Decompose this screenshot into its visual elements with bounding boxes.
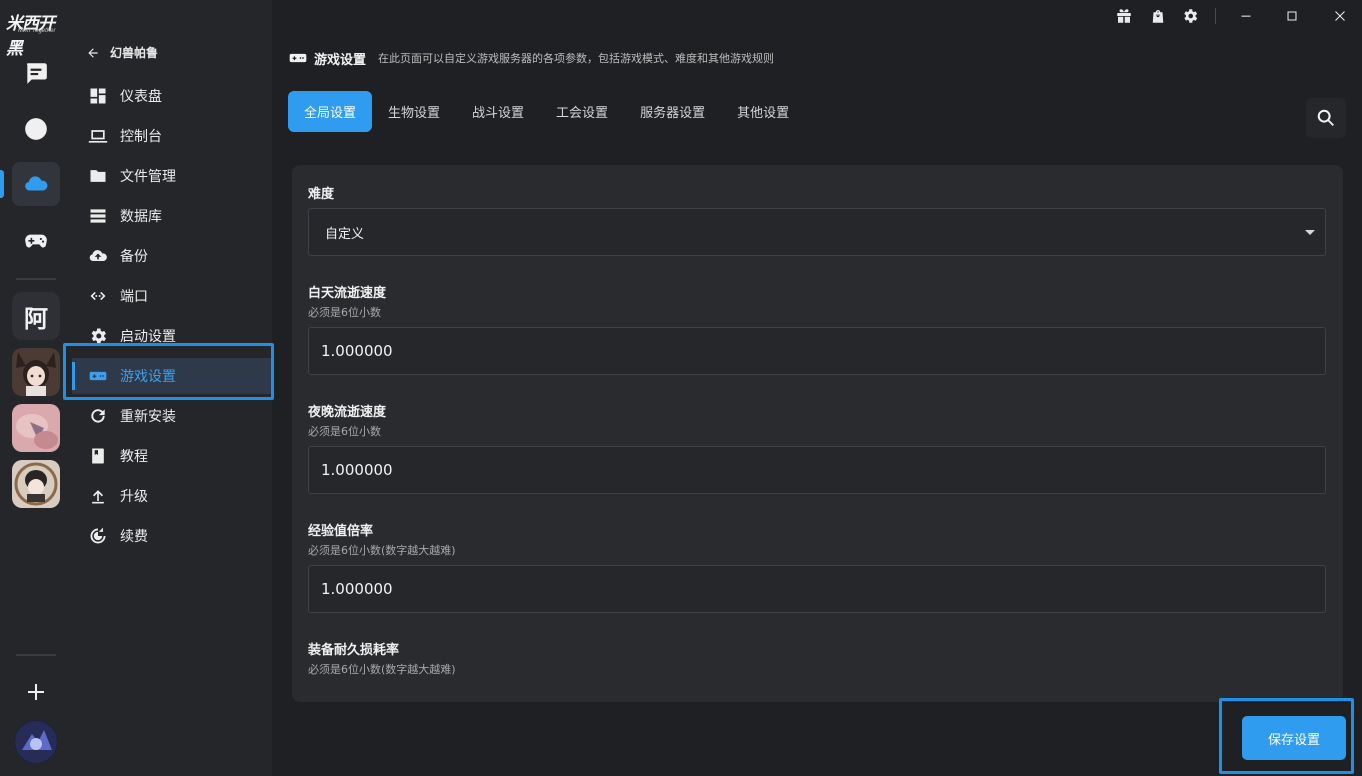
rail-divider [16,278,56,280]
night-speed-hint: 必须是6位小数 [308,425,381,438]
sidebar-item-upgrade[interactable]: 升级 [72,478,272,514]
page-title: 游戏设置 [314,52,367,68]
refresh-icon [88,406,108,426]
sidebar-item-database[interactable]: 数据库 [72,198,272,234]
server-name: 幻兽帕鲁 [110,46,159,60]
sidebar-item-label: 仪表盘 [120,89,162,105]
minimize-icon[interactable] [1236,6,1256,26]
server-letter-badge[interactable]: 阿 [12,292,60,340]
server-sidebar: 幻兽帕鲁 仪表盘 控制台 文件管理 数据库 备份 端口 启动设置 游戏设置 重新… [72,0,272,776]
durability-hint: 必须是6位小数(数字越大越难) [308,663,456,676]
plus-icon[interactable] [24,680,48,704]
durability-label: 装备耐久损耗率 [308,643,400,658]
exp-rate-label: 经验值倍率 [308,524,374,539]
sidebar-item-label: 文件管理 [120,169,176,185]
sidebar-item-label: 续费 [120,529,148,545]
rail-divider-bottom [16,654,56,656]
titlebar [272,0,1362,32]
titlebar-divider [1215,8,1216,24]
gift-icon[interactable] [1114,6,1134,26]
exp-rate-input[interactable]: 1.000000 [308,565,1326,613]
port-icon [88,286,108,306]
sidebar-item-label: 重新安装 [120,409,176,425]
day-speed-input[interactable]: 1.000000 [308,327,1326,375]
gear-icon [88,326,108,346]
rail-active-indicator [0,170,4,198]
server-avatar-3[interactable] [12,460,60,508]
close-icon[interactable] [1330,6,1350,26]
tab-other-settings[interactable]: 其他设置 [721,91,805,132]
difficulty-value: 自定义 [325,226,365,242]
sidebar-item-renew[interactable]: 续费 [72,518,272,554]
back-button[interactable]: 幻兽帕鲁 [86,44,158,61]
logo-subtext: MIXI Together [18,28,56,34]
book-icon [88,446,108,466]
sidebar-item-label: 教程 [120,449,148,465]
tab-global-settings[interactable]: 全局设置 [288,91,373,132]
shopping-bag-icon[interactable] [1148,6,1168,26]
arrow-left-icon [88,47,98,58]
tab-creature-settings[interactable]: 生物设置 [372,91,456,132]
save-settings-button[interactable]: 保存设置 [1242,716,1346,760]
server-avatar-2[interactable] [12,404,60,452]
exp-rate-hint: 必须是6位小数(数字越大越难) [308,544,456,557]
sidebar-item-label: 游戏设置 [120,369,176,385]
gamepad-icon [289,53,307,63]
settings-tabs: 全局设置 生物设置 战斗设置 工会设置 服务器设置 其他设置 [288,91,805,133]
search-icon [1317,109,1334,126]
sidebar-item-dashboard[interactable]: 仪表盘 [72,78,272,114]
server-avatar-1[interactable] [12,348,60,396]
database-icon [88,206,108,226]
night-speed-label: 夜晚流逝速度 [308,405,387,420]
lightning-icon[interactable] [12,107,60,151]
renew-icon [88,526,108,546]
user-avatar[interactable] [14,720,58,764]
sidebar-item-reinstall[interactable]: 重新安装 [72,398,272,434]
app-window: 米西开黑 MIXI Together 阿 幻兽帕鲁 仪表盘 控制台 文件管理 数… [0,0,1362,776]
settings-gear-icon[interactable] [1180,6,1200,26]
sidebar-item-files[interactable]: 文件管理 [72,158,272,194]
app-rail: 米西开黑 MIXI Together 阿 [0,0,72,776]
maximize-icon[interactable] [1282,6,1302,26]
app-logo: 米西开黑 MIXI Together [2,8,68,59]
cloud-upload-icon [88,246,108,266]
gamepad-icon [88,366,108,386]
chat-icon[interactable] [12,51,60,95]
caret-down-icon [1305,230,1315,235]
sidebar-item-label: 控制台 [120,129,162,145]
sidebar-item-backup[interactable]: 备份 [72,238,272,274]
sidebar-item-label: 端口 [120,289,148,305]
night-speed-input[interactable]: 1.000000 [308,446,1326,494]
tab-guild-settings[interactable]: 工会设置 [540,91,624,132]
sidebar-item-game-settings[interactable]: 游戏设置 [72,358,272,394]
cloud-icon[interactable] [12,162,60,206]
folder-icon [88,166,108,186]
sidebar-item-console[interactable]: 控制台 [72,118,272,154]
difficulty-label: 难度 [308,187,335,202]
gamepad-icon[interactable] [12,218,60,262]
settings-form: 难度 自定义 白天流逝速度 必须是6位小数 1.000000 夜晚流逝速度 必须… [292,165,1343,702]
tab-server-settings[interactable]: 服务器设置 [624,91,721,132]
day-speed-label: 白天流逝速度 [308,286,387,301]
sidebar-item-label: 启动设置 [120,329,176,345]
day-speed-hint: 必须是6位小数 [308,306,381,319]
sidebar-item-label: 数据库 [120,209,162,225]
upgrade-icon [88,486,108,506]
dashboard-icon [88,86,108,106]
page-header: 游戏设置 在此页面可以自定义游戏服务器的各项参数，包括游戏模式、难度和其他游戏规… [288,48,774,68]
page-description: 在此页面可以自定义游戏服务器的各项参数，包括游戏模式、难度和其他游戏规则 [378,52,775,65]
search-button[interactable] [1306,98,1346,138]
sidebar-item-port[interactable]: 端口 [72,278,272,314]
laptop-icon [88,126,108,146]
sidebar-item-label: 备份 [120,249,148,265]
tab-combat-settings[interactable]: 战斗设置 [456,91,540,132]
sidebar-item-label: 升级 [120,489,148,505]
difficulty-select[interactable]: 自定义 [308,208,1326,256]
sidebar-item-tutorial[interactable]: 教程 [72,438,272,474]
sidebar-item-startup-settings[interactable]: 启动设置 [72,318,272,354]
